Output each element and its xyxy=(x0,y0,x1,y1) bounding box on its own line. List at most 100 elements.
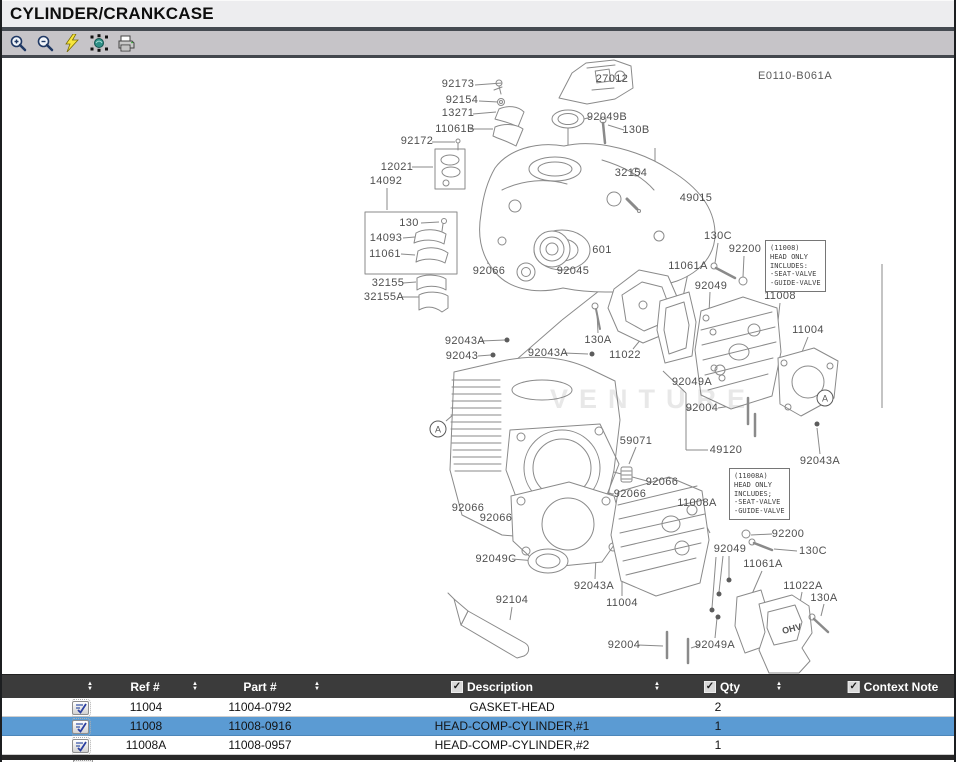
leader-line xyxy=(473,112,496,114)
part-label-11022A[interactable]: 11022A xyxy=(783,580,823,592)
part-label-14093[interactable]: 14093 xyxy=(370,232,403,244)
part-label-32155[interactable]: 32155 xyxy=(372,277,405,289)
part-label-601[interactable]: 601 xyxy=(592,244,612,256)
column-checkbox[interactable]: ✓ xyxy=(451,681,463,693)
zoom-out-button[interactable] xyxy=(35,33,55,53)
part-label-49120[interactable]: 49120 xyxy=(710,444,743,456)
toolbar xyxy=(2,31,954,58)
part-label-32155A[interactable]: 32155A xyxy=(364,291,404,303)
part-label-92066[interactable]: 92066 xyxy=(473,265,506,277)
cell-ref: 11004 xyxy=(96,698,196,717)
part-label-27012[interactable]: 27012 xyxy=(596,73,629,85)
part-label-11022[interactable]: 11022 xyxy=(609,349,641,361)
part-label-92049A[interactable]: 92049A xyxy=(672,376,712,388)
column-header-part-[interactable]: Part # xyxy=(243,680,276,694)
part-label-11061A[interactable]: 11061A xyxy=(668,260,708,272)
table-row-11004[interactable]: 1100411004-0792GASKET-HEAD2 xyxy=(2,698,954,717)
print-button[interactable] xyxy=(116,33,136,53)
part-label-92066[interactable]: 92066 xyxy=(614,488,647,500)
sort-arrows-icon[interactable]: ▲▼ xyxy=(314,682,320,692)
leader-line xyxy=(403,282,416,283)
column-label: Qty xyxy=(720,680,740,694)
part-label-14092[interactable]: 14092 xyxy=(370,175,403,187)
sort-arrows-icon[interactable]: ▲▼ xyxy=(87,682,93,692)
sort-arrows-icon[interactable]: ▲▼ xyxy=(192,682,198,692)
part-label-92049C[interactable]: 92049C xyxy=(476,553,517,565)
cell-context-note xyxy=(802,698,952,717)
part-label-59071[interactable]: 59071 xyxy=(620,435,653,447)
view-ref-marker-A: A xyxy=(817,390,834,407)
column-header-qty[interactable]: ✓ Qty xyxy=(704,680,740,694)
table-row-11008[interactable]: 1100811008-0916HEAD-COMP-CYLINDER,#11 xyxy=(2,717,954,736)
part-label-92154[interactable]: 92154 xyxy=(446,94,479,106)
part-label-92043A[interactable]: 92043A xyxy=(574,580,614,592)
part-label-130A[interactable]: 130A xyxy=(584,334,611,346)
part-label-49015[interactable]: 49015 xyxy=(680,192,713,204)
part-label-92172[interactable]: 92172 xyxy=(401,135,434,147)
hotspot-select-button[interactable] xyxy=(89,33,109,53)
part-label-130B[interactable]: 130B xyxy=(622,124,649,136)
column-header-ref-[interactable]: Ref # xyxy=(130,680,159,694)
part-label-32154[interactable]: 32154 xyxy=(615,167,648,179)
row-select-icon[interactable] xyxy=(72,739,89,753)
leader-line xyxy=(719,556,723,592)
cell-part: 11008-0916 xyxy=(200,717,320,736)
zoom-in-button[interactable] xyxy=(8,33,28,53)
part-label-92049[interactable]: 92049 xyxy=(695,280,728,292)
part-label-11008A[interactable]: 11008A xyxy=(677,497,717,509)
part-label-130A[interactable]: 130A xyxy=(810,592,837,604)
leader-line xyxy=(403,237,415,238)
part-label-11061B[interactable]: 11061B xyxy=(435,123,475,135)
zoom-in-icon xyxy=(9,34,27,52)
part-label-92043[interactable]: 92043 xyxy=(446,350,479,362)
part-label-92200[interactable]: 92200 xyxy=(772,528,805,540)
part-label-130[interactable]: 130 xyxy=(399,217,419,229)
part-label-92104[interactable]: 92104 xyxy=(496,594,529,606)
flash-view-button[interactable] xyxy=(62,33,82,53)
watermark: VENTURE xyxy=(550,384,756,415)
part-dot xyxy=(716,615,721,620)
part-label-92173[interactable]: 92173 xyxy=(442,78,475,90)
leader-line xyxy=(715,618,717,638)
part-label-92043A[interactable]: 92043A xyxy=(800,455,840,467)
part-label-92066[interactable]: 92066 xyxy=(646,476,679,488)
part-label-92004[interactable]: 92004 xyxy=(608,639,641,651)
part-label-130C[interactable]: 130C xyxy=(799,545,827,557)
part-label-92049A[interactable]: 92049A xyxy=(695,639,735,651)
part-label-92043A[interactable]: 92043A xyxy=(528,347,568,359)
row-select-icon[interactable] xyxy=(72,701,89,715)
drawing-code: E0110-B061A xyxy=(758,70,832,82)
cell-context-note xyxy=(802,736,952,755)
part-label-92066[interactable]: 92066 xyxy=(480,512,513,524)
cell-description: HEAD-COMP-CYLINDER,#2 xyxy=(332,736,692,755)
column-checkbox[interactable]: ✓ xyxy=(848,681,860,693)
part-dot xyxy=(727,578,732,583)
part-label-92049B[interactable]: 92049B xyxy=(587,111,627,123)
part-label-13271[interactable]: 13271 xyxy=(442,107,475,119)
part-label-130C[interactable]: 130C xyxy=(704,230,732,242)
part-label-92045[interactable]: 92045 xyxy=(557,265,590,277)
row-select-icon[interactable] xyxy=(72,720,89,734)
part-label-11004[interactable]: 11004 xyxy=(792,324,824,336)
table-row-11008A[interactable]: 11008A11008-0957HEAD-COMP-CYLINDER,#21 xyxy=(2,736,954,755)
part-label-11004[interactable]: 11004 xyxy=(606,597,638,609)
view-ref-marker-A: A xyxy=(430,421,447,438)
page-title: CYLINDER/CRANKCASE xyxy=(10,4,214,24)
leader-line xyxy=(421,222,439,223)
leader-line xyxy=(817,428,820,454)
sort-arrows-icon[interactable]: ▲▼ xyxy=(776,682,782,692)
sort-arrows-icon[interactable]: ▲▼ xyxy=(654,682,660,692)
note-box-2: (11008A)HEAD ONLYINCLUDES;-SEAT-VALVE-GU… xyxy=(729,468,790,520)
part-label-92049[interactable]: 92049 xyxy=(714,543,747,555)
column-header-context-note[interactable]: ✓Context Note xyxy=(848,680,939,694)
part-label-11061A[interactable]: 11061A xyxy=(743,558,783,570)
column-header-description[interactable]: ✓Description xyxy=(451,680,533,694)
part-label-11061[interactable]: 11061 xyxy=(369,248,401,260)
part-label-11008[interactable]: 11008 xyxy=(764,290,796,302)
part-label-92043A[interactable]: 92043A xyxy=(445,335,485,347)
column-checkbox[interactable]: ✓ xyxy=(704,681,716,693)
part-label-12021[interactable]: 12021 xyxy=(381,161,414,173)
cell-ref: 11008A xyxy=(96,736,196,755)
part-label-92200[interactable]: 92200 xyxy=(729,243,762,255)
part-label-92004[interactable]: 92004 xyxy=(686,402,719,414)
